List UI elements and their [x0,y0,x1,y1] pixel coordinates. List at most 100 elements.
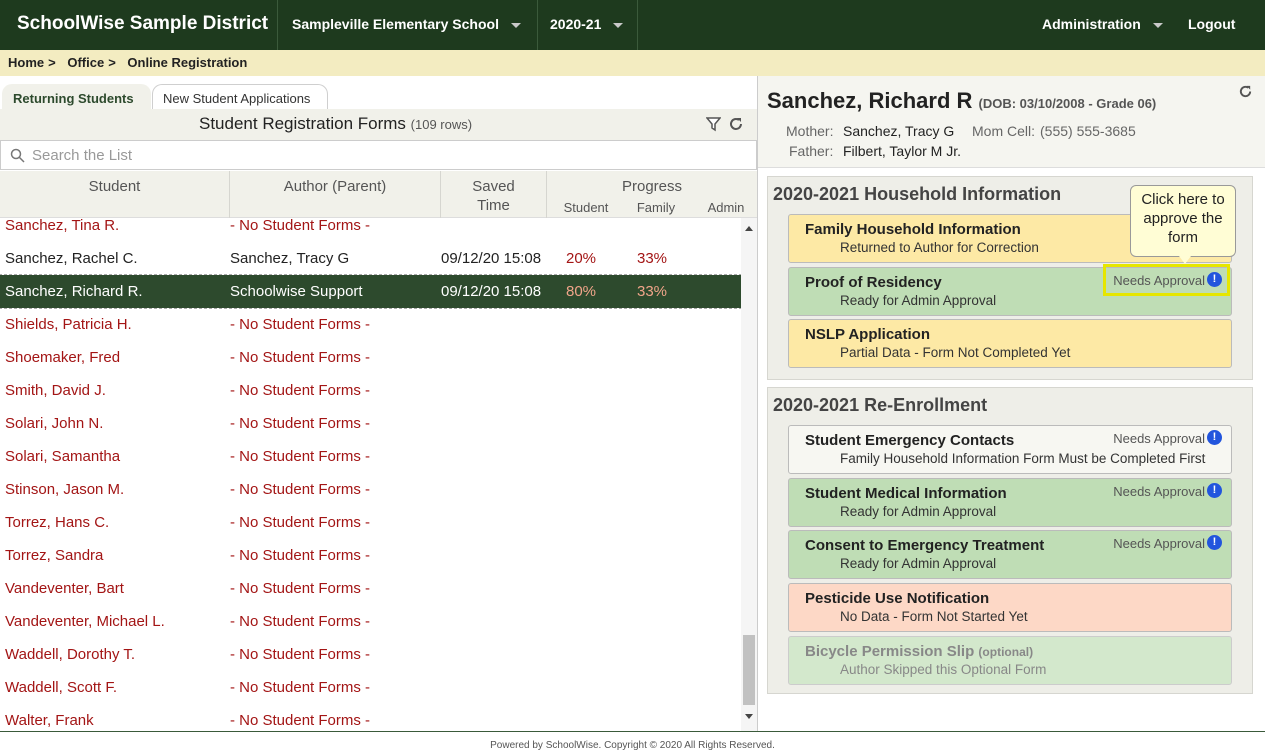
form-status: Family Household Information Form Must b… [840,451,1206,466]
author-cell: Sanchez, Tracy G [230,250,350,267]
form-card-emergency-treatment[interactable]: Consent to Emergency Treatment Ready for… [788,530,1232,579]
table-row[interactable]: Torrez, Sandra - No Student Forms - [0,539,741,572]
breadcrumb-home[interactable]: Home [8,55,44,70]
student-name-cell: Torrez, Sandra [5,547,104,564]
mother-label: Mother: [786,123,834,139]
table-row[interactable]: Sanchez, Rachel C. Sanchez, Tracy G 09/12/… [0,242,741,275]
form-title-text: Bicycle Permission Slip [805,643,975,660]
search-placeholder: Search the List [32,147,133,164]
reenrollment-section: 2020-2021 Re-Enrollment Student Emergenc… [767,387,1253,694]
administration-dropdown[interactable]: Administration [1042,0,1163,50]
form-title: Family Household Information [805,221,1021,238]
student-progress-cell: 20% [566,250,597,267]
student-name-cell: Waddell, Scott F. [5,679,117,696]
list-scrollbar[interactable] [741,218,757,731]
scroll-thumb[interactable] [743,635,755,705]
form-card-medical-information[interactable]: Student Medical Information Ready for Ad… [788,478,1232,527]
form-status: Ready for Admin Approval [840,556,997,571]
table-row[interactable]: Vandeventer, Bart - No Student Forms - [0,572,741,605]
needs-approval-badge[interactable]: Needs Approval [1113,484,1205,499]
form-card-pesticide-notification[interactable]: Pesticide Use Notification No Data - For… [788,583,1232,632]
list-header: Student Registration Forms (109 rows) [0,109,757,141]
author-cell: - No Student Forms - [230,613,371,630]
column-header-progress-admin[interactable]: Admin [693,200,759,215]
needs-approval-badge[interactable]: Needs Approval [1113,536,1205,551]
tab-new-student-applications[interactable]: New Student Applications [152,84,328,110]
school-dropdown[interactable]: Sampleville Elementary School [292,0,521,50]
table-row[interactable]: Walter, Frank - No Student Forms - [0,704,741,731]
breadcrumb-separator: > [48,55,56,70]
column-header-student[interactable]: Student [0,178,229,195]
tab-returning-students[interactable]: Returning Students [2,84,151,110]
family-progress-cell: 33% [637,283,668,300]
chevron-down-icon [510,22,521,28]
student-progress-cell: 80% [566,283,597,300]
author-cell: - No Student Forms - [230,514,371,531]
mother-name: Sanchez, Tracy G [843,123,955,139]
table-row[interactable]: Torrez, Hans C. - No Student Forms - [0,506,741,539]
student-name-cell: Sanchez, Rachel C. [5,250,138,267]
optional-tag: (optional) [978,645,1034,659]
form-card-emergency-contacts[interactable]: Student Emergency Contacts Family Househ… [788,425,1232,474]
refresh-icon[interactable] [728,116,744,132]
table-row[interactable]: Sanchez, Tina R. - No Student Forms - [0,218,741,242]
student-name-cell: Vandeventer, Michael L. [5,613,165,630]
column-header-time: Time [477,197,510,214]
search-icon [10,148,25,163]
student-name-cell: Sanchez, Tina R. [5,218,120,234]
table-row[interactable]: Solari, John N. - No Student Forms - [0,407,741,440]
student-name-cell: Shields, Patricia H. [5,316,132,333]
logout-link[interactable]: Logout [1188,0,1235,50]
form-card-bicycle-permission[interactable]: Bicycle Permission Slip (optional) Autho… [788,636,1232,685]
table-row[interactable]: Shoemaker, Fred - No Student Forms - [0,341,741,374]
search-input[interactable]: Search the List [0,140,757,170]
student-name-cell: Sanchez, Richard R. [5,283,143,300]
form-status: Partial Data - Form Not Completed Yet [840,345,1071,360]
mom-cell-label: Mom Cell: [972,123,1036,139]
author-cell: - No Student Forms - [230,679,371,696]
student-name-cell: Shoemaker, Fred [5,349,121,366]
saved-time-cell: 09/12/20 15:08 [441,250,542,267]
tab-bar: Returning Students New Student Applicati… [0,76,757,110]
form-status: Author Skipped this Optional Form [840,662,1047,677]
column-header-author[interactable]: Author (Parent) [230,178,440,195]
student-name-cell: Walter, Frank [5,712,94,729]
author-cell: - No Student Forms - [230,415,371,432]
column-header-saved[interactable]: Saved [441,178,546,195]
breadcrumb-office[interactable]: Office [67,55,104,70]
needs-approval-badge[interactable]: Needs Approval [1113,431,1205,446]
column-header-progress-student[interactable]: Student [553,200,619,215]
filter-icon[interactable] [706,117,721,132]
scroll-up-arrow-icon[interactable] [745,226,753,231]
alert-icon[interactable]: ! [1207,483,1222,498]
form-card-nslp-application[interactable]: NSLP Application Partial Data - Form Not… [788,319,1232,368]
form-title: Bicycle Permission Slip (optional) [805,643,1033,660]
table-row[interactable]: Waddell, Scott F. - No Student Forms - [0,671,741,704]
breadcrumb-online-registration: Online Registration [127,55,248,70]
alert-icon[interactable]: ! [1207,535,1222,550]
reenrollment-section-title: 2020-2021 Re-Enrollment [773,395,988,415]
table-row[interactable]: Smith, David J. - No Student Forms - [0,374,741,407]
scroll-down-arrow-icon[interactable] [745,714,753,719]
form-status: Ready for Admin Approval [840,504,997,519]
table-row[interactable]: Shields, Patricia H. - No Student Forms - [0,308,741,341]
author-cell: - No Student Forms - [230,547,371,564]
form-status: Ready for Admin Approval [840,293,997,308]
table-row[interactable]: Sanchez, Richard R. Schoolwise Support 09/… [0,274,741,309]
author-cell: - No Student Forms - [230,316,371,333]
column-header-progress-family[interactable]: Family [623,200,689,215]
student-detail-panel: Sanchez, Richard R (DOB: 03/10/2008 - Gr… [758,76,1265,731]
form-title: NSLP Application [805,326,931,343]
form-title: Proof of Residency [805,274,942,291]
refresh-icon[interactable] [1238,84,1253,99]
form-title: Pesticide Use Notification [805,590,990,607]
table-row[interactable]: Stinson, Jason M. - No Student Forms - [0,473,741,506]
form-status: No Data - Form Not Started Yet [840,609,1028,624]
year-dropdown[interactable]: 2020-21 [550,0,624,50]
father-name: Filbert, Taylor M Jr. [843,143,961,159]
form-status: Returned to Author for Correction [840,240,1039,255]
alert-icon[interactable]: ! [1207,430,1222,445]
table-row[interactable]: Solari, Samantha - No Student Forms - [0,440,741,473]
table-row[interactable]: Vandeventer, Michael L. - No Student Form… [0,605,741,638]
table-row[interactable]: Waddell, Dorothy T. - No Student Forms - [0,638,741,671]
